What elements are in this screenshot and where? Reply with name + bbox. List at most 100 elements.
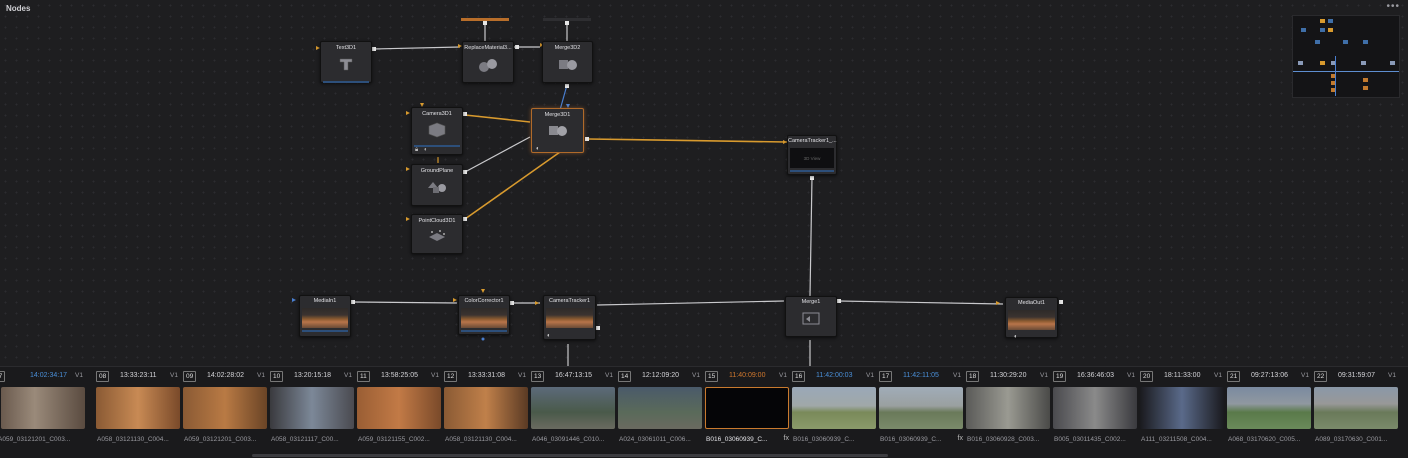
clip-item[interactable]: 12 13:33:31:08 V1 A058_03121130_C004... [443, 367, 530, 458]
minimap-node [1315, 40, 1320, 44]
pointcloud-icon [412, 228, 462, 249]
clip-scrollbar[interactable] [0, 453, 1408, 458]
clip-track: V1 [866, 372, 874, 379]
clip-thumbnail[interactable] [618, 387, 702, 429]
minimap-node [1301, 28, 1306, 32]
clip-thumbnail[interactable] [1227, 387, 1311, 429]
node-camera3d[interactable]: Camera3D1 🔒︎ ◐ [411, 107, 463, 155]
minimap-node [1320, 61, 1325, 65]
clip-item[interactable]: 07 14:02:34:17 V1 A059_03121201_C003... [0, 367, 87, 458]
clip-thumbnail[interactable] [183, 387, 267, 429]
minimap-node [1343, 40, 1348, 44]
clip-header: 09 14:02:28:02 V1 [182, 371, 269, 383]
clip-number: 18 [966, 371, 980, 382]
timeline-clip-strip[interactable]: 07 14:02:34:17 V1 A059_03121201_C003... 08 13… [0, 366, 1408, 458]
clip-thumbnail[interactable] [966, 387, 1050, 429]
visibility-icon[interactable]: ◐ [547, 333, 551, 339]
clip-timecode: 09:31:59:07 [1338, 372, 1375, 379]
clip-name: A089_03170630_C001... [1315, 436, 1388, 443]
node-cameratracker[interactable]: CameraTracker1 ◐ [543, 295, 596, 340]
node-label: CameraTracker1_... [788, 138, 837, 144]
clip-thumbnail[interactable] [1314, 387, 1398, 429]
clip-item[interactable]: 15 11:40:09:00 V1 B016_03060939_C... fx [704, 367, 791, 458]
wire-camera-to-merge3d1 [464, 114, 531, 123]
clip-thumbnail[interactable] [705, 387, 789, 429]
minimap-node [1328, 28, 1333, 32]
clip-thumbnail[interactable] [444, 387, 528, 429]
clip-number: 21 [1227, 371, 1241, 382]
minimap-node [1298, 61, 1303, 65]
clip-thumbnail[interactable] [96, 387, 180, 429]
clip-item[interactable]: 08 13:33:23:11 V1 A058_03121130_C004... [95, 367, 182, 458]
clip-timecode: 13:33:23:11 [120, 372, 157, 379]
clip-header: 21 09:27:13:06 V1 [1226, 371, 1313, 383]
wire-cameratracker-to-merge3d1 [587, 138, 788, 143]
node-status-bar [414, 145, 460, 147]
node-merge3d1[interactable]: Merge3D1 ◐ [531, 108, 584, 153]
clip-header: 16 11:42:00:03 V1 [791, 371, 878, 383]
clip-header: 14 12:12:09:20 V1 [617, 371, 704, 383]
clip-item[interactable]: 11 13:58:25:05 V1 A059_03121155_C002... [356, 367, 443, 458]
clip-timecode: 16:36:46:03 [1077, 372, 1114, 379]
node-status-bar [302, 330, 348, 332]
visibility-icon[interactable]: ◐ [1014, 334, 1018, 340]
clip-thumbnail[interactable] [1, 387, 85, 429]
visibility-icon[interactable]: ◐ [536, 146, 540, 152]
node-merge3d2[interactable]: Merge3D2 [542, 41, 593, 83]
node-replace-material[interactable]: ReplaceMaterial3... [462, 41, 514, 83]
node-thumbnail [546, 308, 593, 328]
node-colorcorrector[interactable]: ColorCorrector1 [458, 295, 510, 335]
clip-header: 11 13:58:25:05 V1 [356, 371, 443, 383]
clip-item[interactable]: 22 09:31:59:07 V1 A089_03170630_C001... [1313, 367, 1400, 458]
clip-item[interactable]: 16 11:42:00:03 V1 B016_03060939_C... [791, 367, 878, 458]
clip-header: 17 11:42:11:05 V1 [878, 371, 965, 383]
scrollbar-thumb[interactable] [252, 454, 888, 457]
node-pointcloud3d[interactable]: PointCloud3D1 [411, 214, 463, 254]
clip-item[interactable]: 13 16:47:13:15 V1 A046_03091446_C010... [530, 367, 617, 458]
node-mediaout[interactable]: MediaOut1 ◐ [1005, 297, 1058, 340]
text3d-icon [321, 56, 371, 75]
clip-number: 12 [444, 371, 458, 382]
wire-merge3d2-to-merge3d1 [559, 84, 568, 111]
clip-thumbnail[interactable] [1140, 387, 1224, 429]
merge3d-icon [543, 56, 592, 77]
clip-item[interactable]: 14 12:12:09:20 V1 A024_03061011_C006... [617, 367, 704, 458]
node-merge1[interactable]: Merge1 [785, 296, 837, 337]
fusion-page: Nodes ••• Text3D1 ReplaceMaterial3... Me… [0, 0, 1408, 458]
clip-thumbnail[interactable] [792, 387, 876, 429]
clip-item[interactable]: 17 11:42:11:05 V1 B016_03060939_C... fx [878, 367, 965, 458]
clip-thumbnail[interactable] [270, 387, 354, 429]
node-cameratracker-3d[interactable]: CameraTracker1_... 3D View [787, 135, 837, 175]
visibility-icon[interactable]: ◐ [424, 147, 428, 153]
clip-item[interactable]: 19 16:36:46:03 V1 B005_03011435_C002... [1052, 367, 1139, 458]
node-mediain[interactable]: MediaIn1 [299, 295, 351, 337]
wire-mediain-to-colorcorrector [353, 301, 458, 304]
node-editor-panel[interactable]: Nodes ••• Text3D1 ReplaceMaterial3... Me… [0, 0, 1408, 366]
clip-number: 13 [531, 371, 545, 382]
clip-item[interactable]: 10 13:20:15:18 V1 A058_03121117_C00... [269, 367, 356, 458]
clip-item[interactable]: 20 18:11:33:00 V1 A111_03211508_C004... [1139, 367, 1226, 458]
clip-thumbnail[interactable] [879, 387, 963, 429]
clip-thumbnail[interactable] [531, 387, 615, 429]
clip-item[interactable]: 18 11:30:29:20 V1 B016_03060928_C003... [965, 367, 1052, 458]
node-label: PointCloud3D1 [418, 218, 456, 224]
clip-track: V1 [344, 372, 352, 379]
node-label: GroundPlane [420, 168, 454, 174]
node-minimap[interactable] [1292, 15, 1400, 98]
clip-item[interactable]: 21 09:27:13:06 V1 A068_03170620_C005... [1226, 367, 1313, 458]
clip-timecode: 11:42:00:03 [816, 372, 853, 379]
node-text3d[interactable]: Text3D1 [320, 41, 372, 83]
clip-track: V1 [1301, 372, 1309, 379]
clip-thumbnail[interactable] [357, 387, 441, 429]
clip-name: A058_03121130_C004... [445, 436, 517, 443]
clip-thumbnail[interactable] [1053, 387, 1137, 429]
node-thumbnail [461, 308, 507, 328]
clip-name: B016_03060928_C003... [967, 436, 1040, 443]
clip-timecode: 16:47:13:15 [555, 372, 592, 379]
lock-icon[interactable]: 🔒︎ [415, 147, 418, 154]
node-thumbnail [1008, 310, 1055, 330]
clip-number: 16 [792, 371, 806, 382]
clip-number: 11 [357, 371, 370, 382]
node-groundplane[interactable]: GroundPlane [411, 164, 463, 206]
clip-item[interactable]: 09 14:02:28:02 V1 A059_03121201_C003... [182, 367, 269, 458]
